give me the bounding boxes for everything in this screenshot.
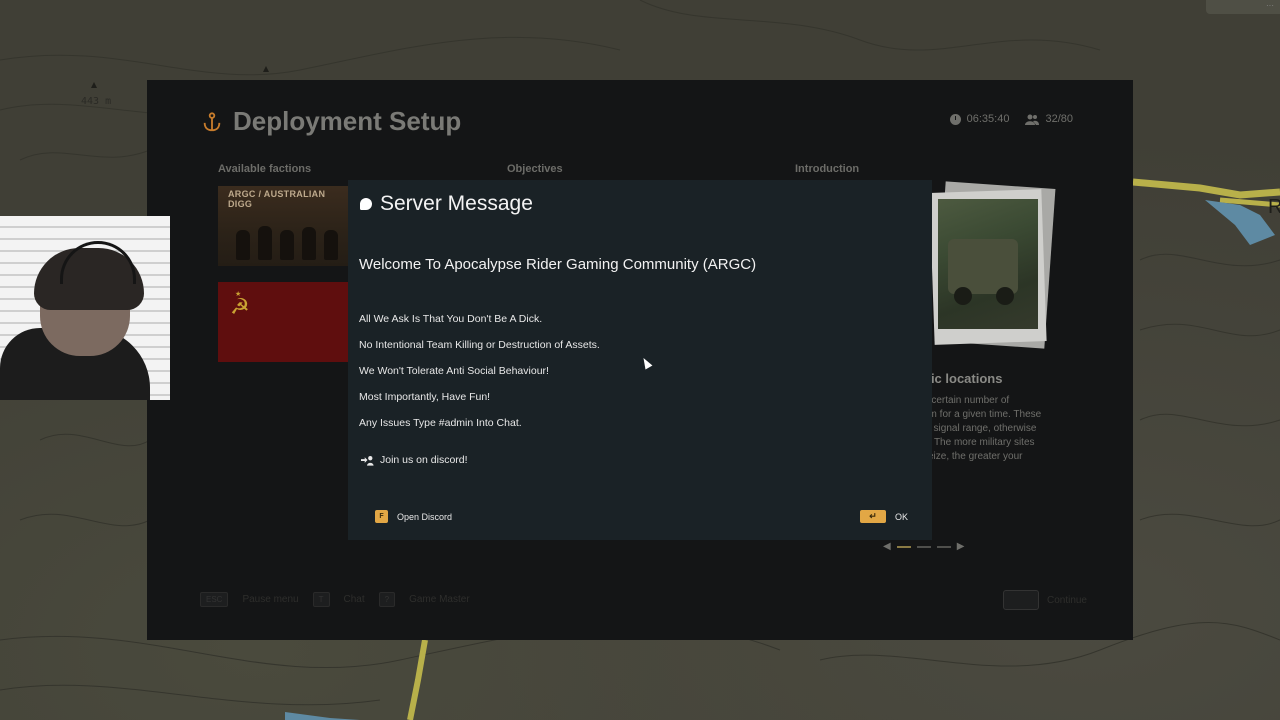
- peak-icon: [263, 66, 269, 72]
- chat-key: T: [312, 592, 330, 607]
- deployment-title: Deployment Setup: [201, 106, 461, 137]
- bottom-hint-bar: ESC Pause menu T Chat ? Game Master: [200, 592, 470, 607]
- players-icon: [1025, 114, 1040, 125]
- anchor-icon: [203, 111, 221, 131]
- soldier-figure: [258, 226, 272, 260]
- hammer-sickle-icon: ☭: [230, 294, 250, 319]
- player-count-value: 32/80: [1045, 113, 1073, 125]
- elevation-label: 443 m: [81, 96, 112, 107]
- soldier-figure: [280, 230, 294, 260]
- pager-dot[interactable]: [896, 545, 911, 548]
- enter-key-icon: ↵: [859, 510, 886, 523]
- dialog-title: Server Message: [380, 192, 533, 215]
- peak-icon: [91, 82, 97, 88]
- discord-text: Join us on discord!: [380, 454, 468, 466]
- rule-item: Most Importantly, Have Fun!: [359, 391, 491, 403]
- game-master-hint[interactable]: Game Master: [409, 594, 470, 605]
- intro-text: e certain number of em for a given time.…: [923, 394, 1049, 464]
- discord-link[interactable]: Join us on discord!: [361, 454, 468, 466]
- continue-label: Continue: [1046, 594, 1087, 606]
- faction-card-argc[interactable]: ARGC / AUSTRALIAN DIGG: [218, 186, 348, 266]
- wheel-shape: [996, 287, 1014, 305]
- pager-prev-icon[interactable]: ◀: [883, 541, 891, 552]
- esc-key: ESC: [200, 592, 229, 607]
- system-tray: ···: [1206, 0, 1280, 14]
- rule-item: All We Ask Is That You Don't Be A Dick.: [359, 313, 543, 325]
- map-place-label: R: [1268, 196, 1280, 218]
- pager-next-icon[interactable]: ▶: [957, 541, 965, 552]
- webcam-overlay: [0, 216, 170, 400]
- vehicle-shape: [948, 239, 1018, 294]
- welcome-heading: Welcome To Apocalypse Rider Gaming Commu…: [359, 256, 757, 273]
- intro-pager: ◀ ▶: [883, 541, 964, 552]
- pager-dot[interactable]: [936, 545, 951, 548]
- soldier-figure: [302, 227, 316, 260]
- chat-hint[interactable]: Chat: [344, 594, 365, 605]
- player-count: 32/80: [1025, 113, 1073, 125]
- introduction-heading: Introduction: [795, 163, 860, 175]
- faction-card-ussr[interactable]: ★ ☭: [218, 282, 348, 362]
- ok-label: OK: [894, 511, 908, 522]
- intro-line: seize, the greater your: [923, 451, 1023, 462]
- intro-line: d. The more military sites: [923, 437, 1035, 448]
- enter-key-icon: [1002, 590, 1039, 610]
- rule-item: No Intentional Team Killing or Destructi…: [359, 339, 600, 351]
- top-stats: 06:35:40 32/80: [949, 113, 1073, 125]
- clock-icon: [949, 113, 961, 125]
- vehicle-photo: [938, 199, 1038, 329]
- soldier-figure: [236, 230, 250, 260]
- objectives-heading: Objectives: [507, 163, 563, 175]
- ok-button[interactable]: ↵ OK: [859, 510, 908, 523]
- f-key-icon: F: [375, 510, 388, 523]
- soldier-figure: [324, 230, 338, 260]
- server-time: 06:35:40: [949, 113, 1010, 125]
- faction-caption: ARGC / AUSTRALIAN DIGG: [228, 189, 326, 209]
- headset-shape: [60, 241, 136, 284]
- intro-photo: [929, 181, 1056, 349]
- add-user-icon: [361, 455, 374, 466]
- open-discord-label: Open Discord: [397, 511, 453, 522]
- page-title: Deployment Setup: [233, 106, 462, 136]
- factions-heading: Available factions: [218, 163, 312, 175]
- chat-bubble-icon: [360, 193, 372, 210]
- intro-line: io signal range, otherwise: [923, 423, 1037, 434]
- intro-line: em for a given time. These: [923, 409, 1042, 420]
- wheel-shape: [954, 287, 972, 305]
- rules-list: All We Ask Is That You Don't Be A Dick. …: [359, 313, 600, 443]
- pause-menu-hint[interactable]: Pause menu: [242, 594, 298, 605]
- gm-key: ?: [378, 592, 396, 607]
- intro-heading: gic locations: [923, 371, 1003, 386]
- intro-line: e certain number of: [923, 395, 1010, 406]
- dialog-header: Server Message: [360, 192, 533, 216]
- clock-time: 06:35:40: [966, 113, 1010, 125]
- continue-button[interactable]: Continue: [1002, 590, 1087, 610]
- rule-item: We Won't Tolerate Anti Social Behaviour!: [359, 365, 549, 377]
- rule-item: Any Issues Type #admin Into Chat.: [359, 417, 522, 429]
- pager-dot[interactable]: [916, 545, 931, 548]
- open-discord-button[interactable]: F Open Discord: [375, 510, 452, 523]
